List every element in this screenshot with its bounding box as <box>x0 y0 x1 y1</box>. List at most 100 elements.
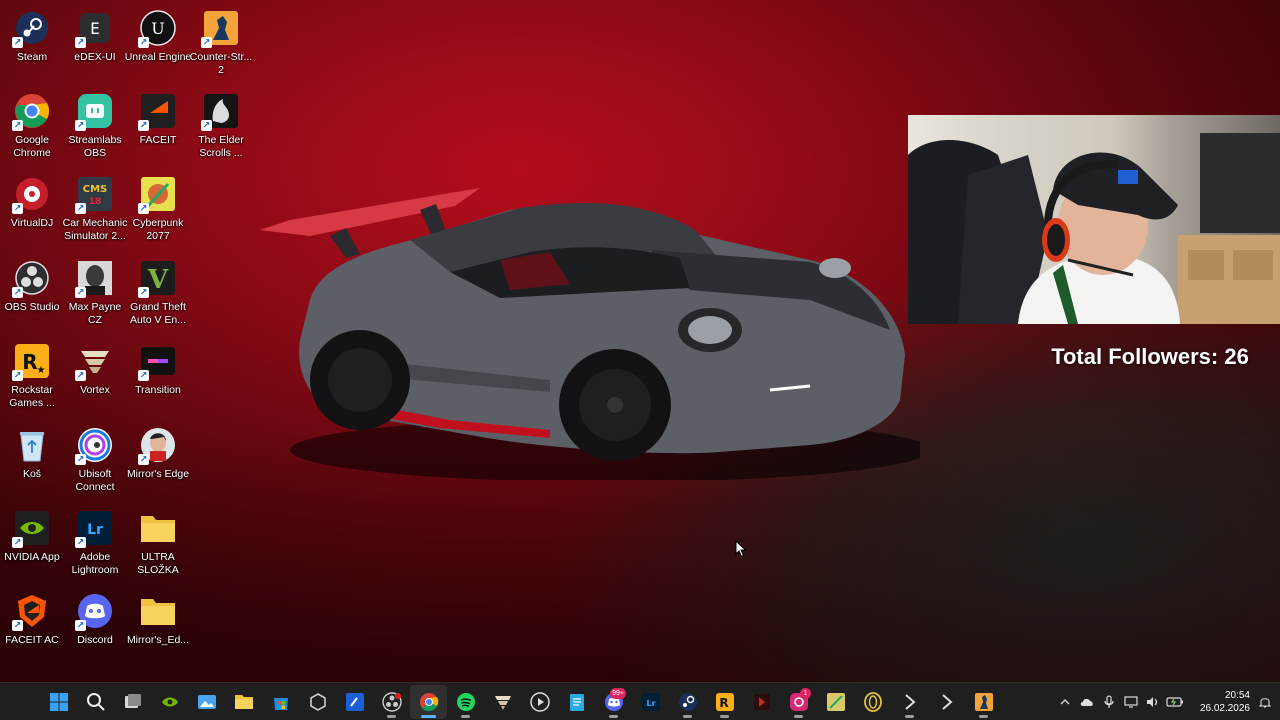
windows-icon <box>49 692 69 712</box>
desktop-icon-label: Counter-Str... 2 <box>189 51 253 76</box>
taskbar-notepad[interactable] <box>558 685 595 719</box>
desktop-icon-unreal-engine[interactable]: U ↗ Unreal Engine <box>124 4 192 84</box>
taskbar-obs[interactable] <box>373 685 410 719</box>
taskbar-instagram[interactable]: 1 <box>780 685 817 719</box>
desktop-icon-adobe-lightroom[interactable]: Lr ↗ Adobe Lightroom <box>63 504 127 584</box>
show-hidden-icons-icon[interactable] <box>1054 687 1076 717</box>
taskbar-game[interactable] <box>817 685 854 719</box>
desktop-icon-google-chrome[interactable]: ↗ Google Chrome <box>0 87 64 167</box>
shortcut-arrow-icon: ↗ <box>138 120 149 131</box>
desktop-icon-vortex[interactable]: ↗ Vortex <box>63 337 127 417</box>
spotify-icon <box>456 692 476 712</box>
microphone-icon[interactable] <box>1098 687 1120 717</box>
desktop-icon-steam[interactable]: ↗ Steam <box>0 4 64 84</box>
svg-text:18: 18 <box>89 197 102 207</box>
desktop-icon-obs-studio[interactable]: ↗ OBS Studio <box>0 254 64 334</box>
desktop-icon-edex-ui[interactable]: E ↗ eDEX-UI <box>63 4 127 84</box>
shortcut-arrow-icon: ↗ <box>138 37 149 48</box>
vortex-icon: ↗ <box>75 341 115 381</box>
desktop-icon-ko[interactable]: Koš <box>0 421 64 501</box>
desktop-icon-ultra-slo-ka[interactable]: ULTRA SLOŽKA <box>126 504 190 584</box>
svg-text:E: E <box>90 19 100 38</box>
obs-icon <box>381 692 402 712</box>
taskbar-ring-app[interactable] <box>854 685 891 719</box>
desktop-icon-label: Mirror's_Ed... <box>126 634 190 646</box>
car-mechanic-icon: CMS 18 ↗ <box>75 174 115 214</box>
desktop-icon-cyberpunk-2077[interactable]: ↗ Cyberpunk 2077 <box>126 170 190 250</box>
taskbar-steam[interactable] <box>669 685 706 719</box>
desktop-icon-transition[interactable]: ↗ Transition <box>126 337 190 417</box>
desktop-icon-grid: ↗ Steam E ↗ eDEX-UI U ↗ Unreal Engine ↗ Counter-S… <box>0 0 260 660</box>
shortcut-arrow-icon: ↗ <box>12 37 23 48</box>
desktop-icon-the-elder-scrolls[interactable]: ↗ The Elder Scrolls ... <box>189 87 253 167</box>
taskbar-arrow-app-2[interactable] <box>928 685 965 719</box>
desktop-icon-streamlabs-obs[interactable]: ↗ Streamlabs OBS <box>63 87 127 167</box>
onedrive-icon[interactable] <box>1076 687 1098 717</box>
taskbar-vscode-alt[interactable] <box>336 685 373 719</box>
svg-text:★: ★ <box>37 365 46 376</box>
desktop-icon-label: eDEX-UI <box>74 51 116 63</box>
volume-icon[interactable] <box>1142 687 1164 717</box>
photos-icon <box>197 692 217 712</box>
desktop-icon-label: Unreal Engine <box>124 51 192 63</box>
svg-text:V: V <box>147 265 169 295</box>
shortcut-arrow-icon: ↗ <box>75 203 86 214</box>
start-button[interactable] <box>40 685 77 719</box>
taskbar-chrome[interactable] <box>410 685 447 719</box>
notification-badge: 1 <box>800 688 811 699</box>
network-icon[interactable] <box>1120 687 1142 717</box>
app-icon <box>752 692 772 712</box>
search-button[interactable] <box>77 685 114 719</box>
discord-icon: ↗ <box>75 591 115 631</box>
desktop-icon-faceit[interactable]: ↗ FACEIT <box>126 87 190 167</box>
shortcut-arrow-icon: ↗ <box>138 454 149 465</box>
task-view-icon <box>123 692 143 712</box>
unity-icon <box>308 692 328 712</box>
taskbar-nvidia[interactable] <box>151 685 188 719</box>
shortcut-arrow-icon: ↗ <box>75 454 86 465</box>
task-view-button[interactable] <box>114 685 151 719</box>
shortcut-arrow-icon: ↗ <box>138 370 149 381</box>
desktop-icon-rockstar-games[interactable]: R ★ ↗ Rockstar Games ... <box>0 337 64 417</box>
taskbar-counter-strike[interactable] <box>965 685 1002 719</box>
taskbar-discord[interactable]: 99+ <box>595 685 632 719</box>
taskbar-vortex[interactable] <box>484 685 521 719</box>
taskbar-media-player[interactable] <box>521 685 558 719</box>
desktop-icon-mirror-s-ed[interactable]: Mirror's_Ed... <box>126 587 190 667</box>
taskbar-rockstar[interactable]: R <box>706 685 743 719</box>
total-followers-label: Total Followers: 26 <box>1051 344 1249 369</box>
shortcut-arrow-icon: ↗ <box>12 203 23 214</box>
taskbar-lightroom[interactable]: Lr <box>632 685 669 719</box>
shortcut-arrow-icon: ↗ <box>75 537 86 548</box>
faceit-ac-icon: ↗ <box>12 591 52 631</box>
desktop-icon-label: Adobe Lightroom <box>71 551 119 576</box>
notification-bell-icon[interactable] <box>1256 696 1274 709</box>
desktop-icon-max-payne-cz[interactable]: ↗ Max Payne CZ <box>63 254 127 334</box>
desktop-icon-label: Max Payne CZ <box>68 301 122 326</box>
desktop-icon-nvidia-app[interactable]: ↗ NVIDIA App <box>0 504 64 584</box>
taskbar-store[interactable] <box>262 685 299 719</box>
desktop-icon-counter-str-2[interactable]: ↗ Counter-Str... 2 <box>189 4 253 84</box>
notification-badge: 99+ <box>610 688 626 699</box>
desktop-icon-car-mechanic-simulator-2[interactable]: CMS 18 ↗ Car Mechanic Simulator 2... <box>63 170 127 250</box>
battery-charging-icon[interactable] <box>1164 687 1186 717</box>
taskbar-file-explorer[interactable] <box>225 685 262 719</box>
taskbar-photos[interactable] <box>188 685 225 719</box>
search-icon <box>86 692 106 712</box>
shortcut-arrow-icon: ↗ <box>75 120 86 131</box>
shortcut-arrow-icon: ↗ <box>12 537 23 548</box>
taskbar-clock[interactable]: 20:54 26.02.2026 <box>1190 689 1250 715</box>
taskbar-unity[interactable] <box>299 685 336 719</box>
desktop-icon-faceit-ac[interactable]: ↗ FACEIT AC <box>0 587 64 667</box>
store-icon <box>271 692 291 712</box>
desktop-icon-ubisoft-connect[interactable]: ↗ Ubisoft Connect <box>63 421 127 501</box>
taskbar-app-red[interactable] <box>743 685 780 719</box>
desktop-icon-virtualdj[interactable]: ↗ VirtualDJ <box>0 170 64 250</box>
desktop-icon-mirror-s-edge[interactable]: ↗ Mirror's Edge <box>126 421 190 501</box>
taskbar-spotify[interactable] <box>447 685 484 719</box>
svg-text:Lr: Lr <box>87 522 103 538</box>
taskbar-arrow-app[interactable] <box>891 685 928 719</box>
vortex-icon <box>493 692 513 712</box>
desktop-icon-discord[interactable]: ↗ Discord <box>63 587 127 667</box>
desktop-icon-grand-theft-auto-v-en[interactable]: V ↗ Grand Theft Auto V En... <box>126 254 190 334</box>
